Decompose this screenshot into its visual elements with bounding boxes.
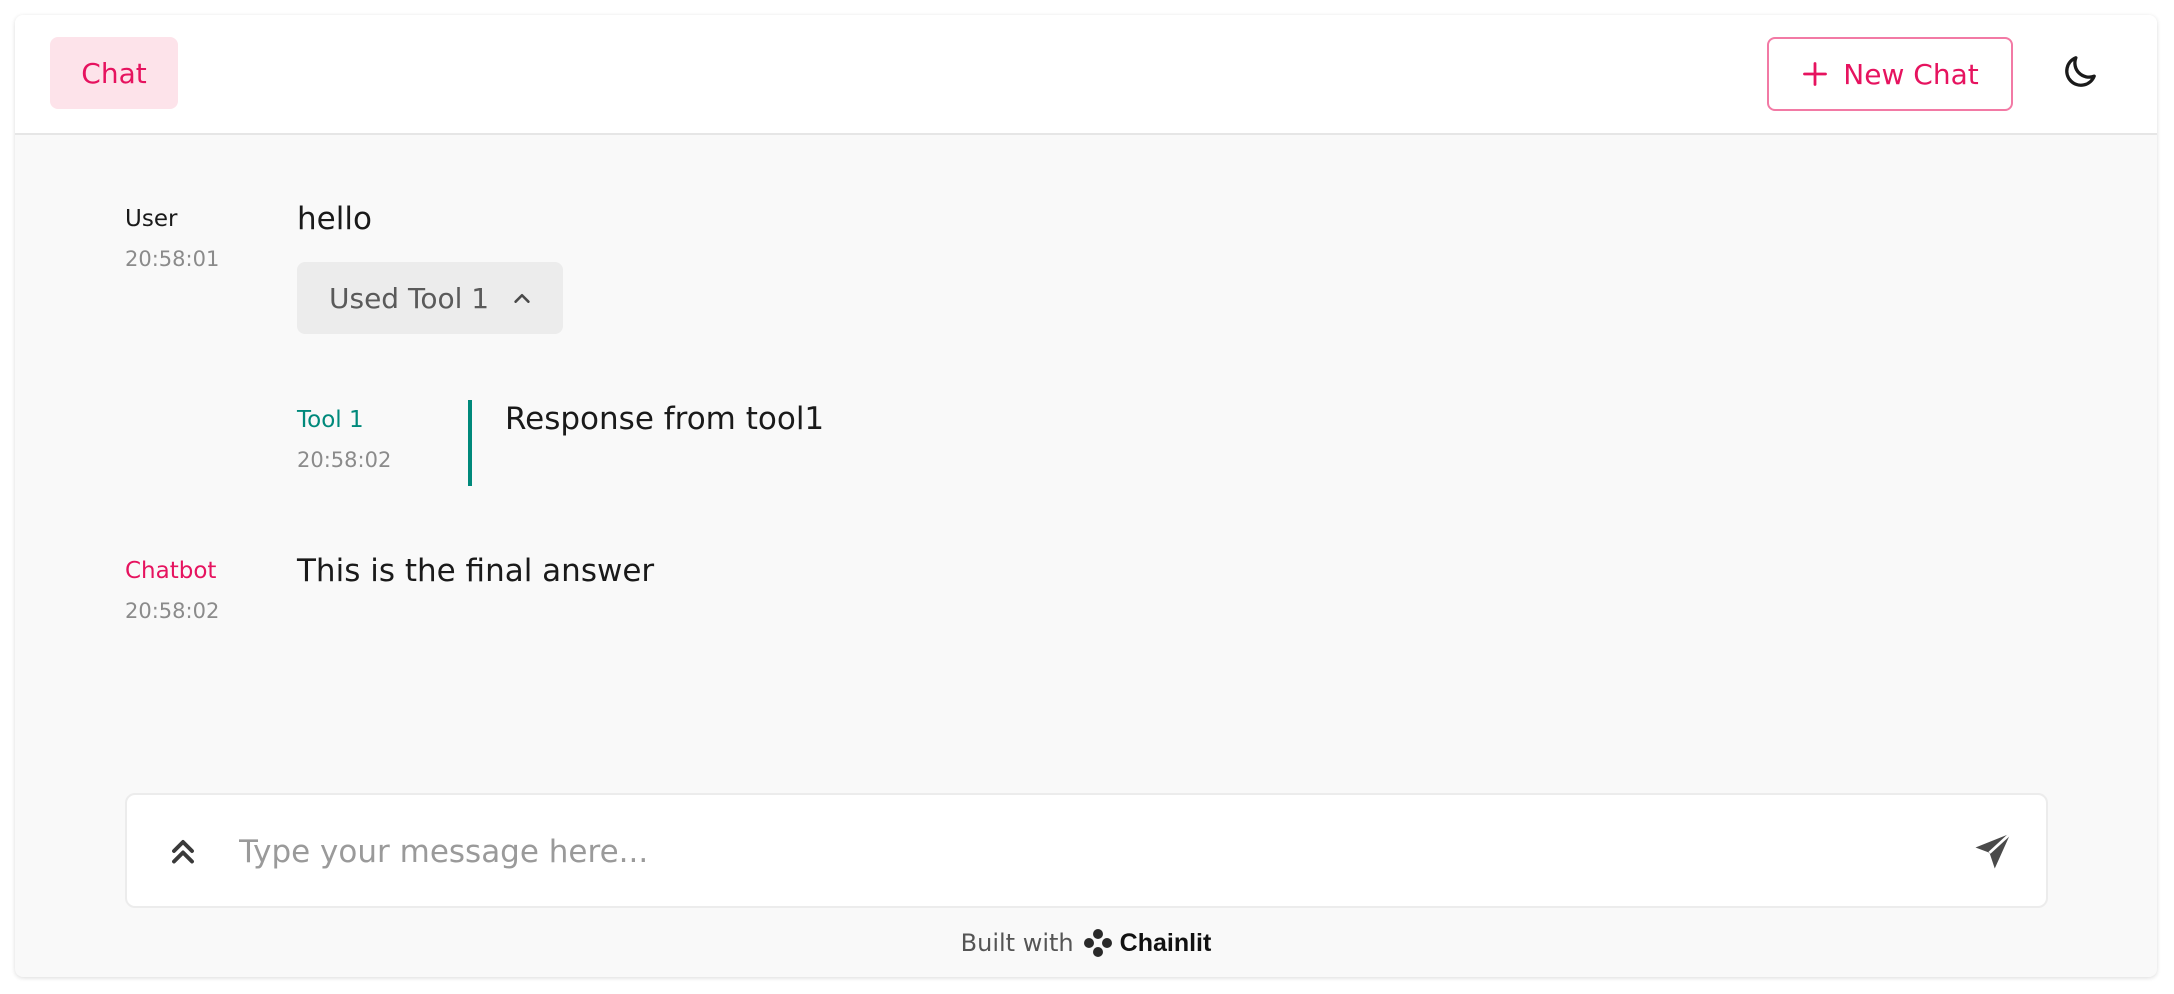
plus-icon — [1803, 62, 1828, 86]
message-time: 20:58:02 — [297, 448, 392, 472]
chainlit-link[interactable]: Chainlit — [1082, 927, 1212, 959]
footer: Built with Chainlit — [15, 927, 2157, 959]
message-text: Response from tool1 — [505, 401, 825, 437]
send-icon[interactable] — [1972, 830, 2014, 872]
message-time: 20:58:01 — [125, 247, 220, 271]
message-input[interactable] — [237, 821, 1891, 883]
new-chat-button[interactable]: New Chat — [1767, 37, 2013, 111]
used-tool-toggle[interactable]: Used Tool 1 — [297, 262, 563, 334]
message-text: hello — [297, 201, 372, 237]
brand-name: Chainlit — [1119, 928, 1212, 957]
header: Chat New Chat — [15, 15, 2157, 135]
tool-step-indicator — [468, 400, 472, 486]
used-tool-label: Used Tool 1 — [329, 281, 490, 315]
message-time: 20:58:02 — [125, 599, 220, 623]
moon-icon — [2065, 56, 2096, 87]
app-window: Chat New Chat User 20:58:01 hello Used T… — [15, 15, 2157, 977]
chevron-up-icon — [514, 293, 530, 303]
message-composer — [125, 793, 2048, 908]
tab-chat[interactable]: Chat — [50, 37, 178, 109]
chainlit-logo-icon — [1083, 929, 1112, 957]
theme-toggle-button[interactable] — [2058, 50, 2102, 94]
message-author-chatbot: Chatbot — [125, 558, 217, 584]
new-chat-label: New Chat — [1843, 57, 1979, 91]
message-author-user: User — [125, 206, 178, 232]
chevrons-up-icon[interactable] — [165, 833, 201, 869]
built-with-text: Built with — [960, 929, 1074, 957]
message-text: This is the final answer — [297, 553, 655, 589]
message-author-tool: Tool 1 — [297, 407, 364, 433]
